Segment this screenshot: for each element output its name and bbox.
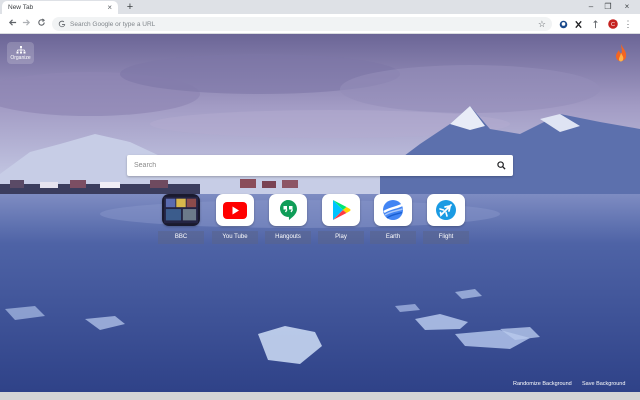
flame-logo-icon[interactable] (614, 44, 628, 64)
organize-label: Organize (10, 54, 31, 61)
hangouts-logo (279, 200, 297, 220)
new-tab-button[interactable]: + (124, 1, 136, 13)
search-box[interactable] (127, 155, 513, 176)
shortcut-youtube[interactable]: You Tube (212, 194, 258, 246)
tick-icon (592, 19, 598, 28)
shortcut-earth[interactable]: Earth (370, 194, 416, 246)
shortcut-label: Play (318, 231, 364, 244)
bbc-thumbnail-image (164, 196, 198, 224)
shortcut-label: Earth (370, 231, 416, 244)
minimize-button[interactable]: – (584, 1, 598, 13)
flight-logo (436, 200, 456, 220)
shortcut-label: Flight (423, 231, 469, 244)
omnibox-input[interactable] (70, 20, 538, 28)
search-input[interactable] (134, 162, 497, 169)
ghostery-icon (559, 20, 567, 28)
search-icon[interactable] (497, 161, 506, 170)
x-icon (574, 20, 582, 28)
tick-extension[interactable] (589, 18, 601, 30)
google-earth-logo (383, 200, 403, 220)
tab-title: New Tab (8, 4, 34, 11)
x-extension[interactable] (572, 18, 584, 30)
new-tab-page: Organize BBC (0, 34, 640, 392)
window-bottom-edge (0, 392, 640, 400)
reload-button[interactable] (35, 18, 47, 30)
forward-button[interactable] (20, 18, 32, 30)
google-earth-icon (374, 194, 412, 226)
google-play-logo (333, 200, 351, 220)
youtube-icon (216, 194, 254, 226)
tab-new-tab[interactable]: New Tab × (2, 1, 118, 14)
profile-button[interactable]: C (607, 18, 619, 30)
tab-strip: New Tab × + – ❐ × (0, 0, 640, 14)
shortcut-hangouts[interactable]: Hangouts (265, 194, 311, 246)
back-arrow-icon (8, 19, 16, 26)
back-button[interactable] (6, 18, 18, 30)
shortcut-label: You Tube (212, 231, 258, 244)
menu-icon[interactable]: ⋮ (622, 18, 634, 30)
shortcut-label: Hangouts (265, 231, 311, 244)
shortcut-label: BBC (158, 231, 204, 244)
reload-icon (37, 18, 45, 26)
bookmark-star-icon[interactable]: ☆ (538, 19, 546, 30)
toolbar: ☆ C ⋮ (0, 14, 640, 34)
flight-icon (427, 194, 465, 226)
randomize-background-link[interactable]: Randomize Background (513, 381, 572, 387)
shortcut-bbc[interactable]: BBC (158, 194, 204, 246)
shortcut-tiles: BBC You Tube Hangouts Play Earth Flight (158, 194, 478, 246)
youtube-logo (223, 201, 247, 219)
restore-button[interactable]: ❐ (601, 1, 615, 13)
shortcut-play[interactable]: Play (318, 194, 364, 246)
organize-button[interactable]: Organize (7, 42, 34, 64)
google-g-icon (58, 20, 66, 28)
hangouts-icon (269, 194, 307, 226)
shortcut-flight[interactable]: Flight (423, 194, 469, 246)
ghostery-extension[interactable] (557, 18, 569, 30)
save-background-link[interactable]: Save Background (582, 381, 625, 387)
omnibox[interactable]: ☆ (52, 17, 552, 31)
svg-text:C: C (611, 22, 615, 28)
google-play-icon (322, 194, 360, 226)
bbc-thumbnail-icon (162, 194, 200, 226)
tab-close-icon[interactable]: × (107, 3, 112, 12)
profile-avatar-icon: C (608, 19, 618, 29)
forward-arrow-icon (22, 19, 30, 26)
close-window-button[interactable]: × (620, 1, 634, 13)
organize-sitemap-icon (16, 45, 25, 53)
